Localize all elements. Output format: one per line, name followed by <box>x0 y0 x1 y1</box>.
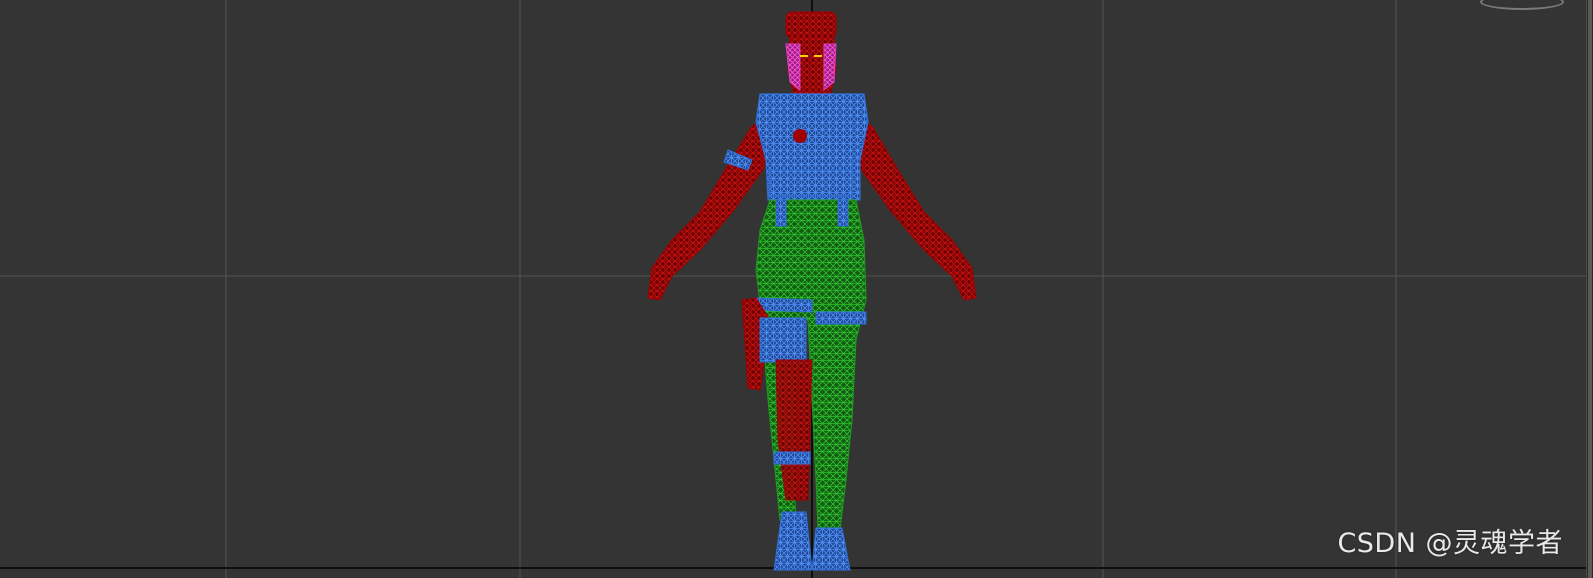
torso-vest-mesh <box>755 93 869 201</box>
left-arm-mesh <box>647 117 771 301</box>
wireframe-character-model[interactable] <box>0 0 1593 578</box>
watermark-text: CSDN @灵魂学者 <box>1337 528 1563 559</box>
front-viewport[interactable]: CSDN @灵魂学者 <box>0 0 1593 578</box>
right-arm-mesh <box>853 117 977 301</box>
viewport-resize-handle[interactable] <box>1588 0 1592 578</box>
